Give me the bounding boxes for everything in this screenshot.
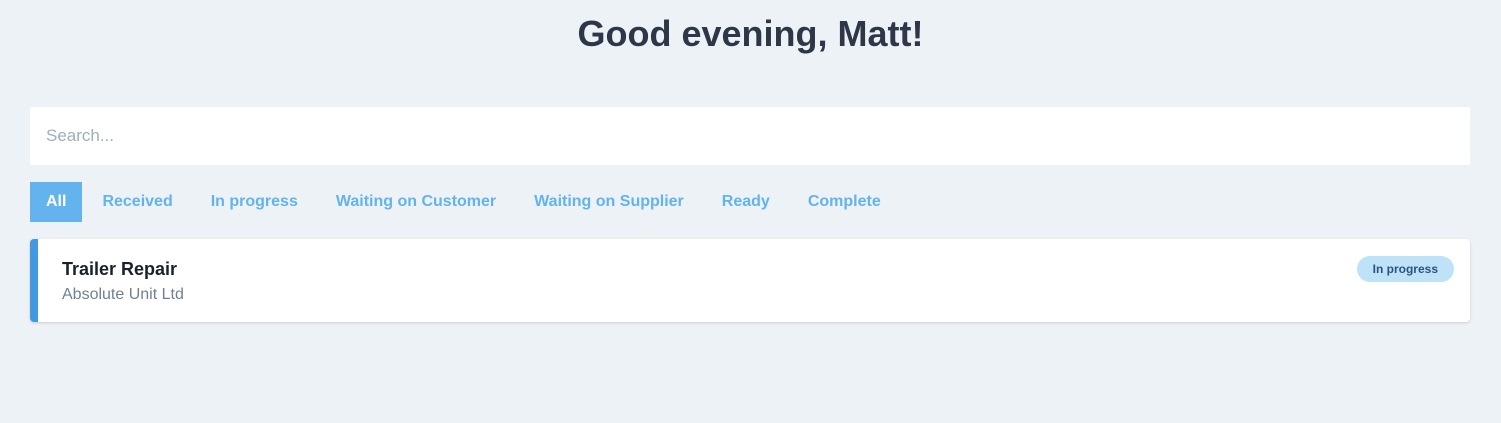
- tab-in-progress[interactable]: In progress: [193, 182, 316, 222]
- job-customer: Absolute Unit Ltd: [62, 286, 184, 303]
- job-card[interactable]: Trailer Repair Absolute Unit Ltd In prog…: [30, 239, 1470, 322]
- tab-all[interactable]: All: [30, 182, 83, 222]
- tab-waiting-on-supplier[interactable]: Waiting on Supplier: [516, 182, 702, 222]
- tab-waiting-on-customer[interactable]: Waiting on Customer: [318, 182, 514, 222]
- tab-complete[interactable]: Complete: [790, 182, 899, 222]
- status-filter-tabs: All Received In progress Waiting on Cust…: [30, 182, 899, 222]
- search-box: [30, 107, 1470, 165]
- tab-ready[interactable]: Ready: [704, 182, 788, 222]
- tab-received[interactable]: Received: [84, 182, 190, 222]
- job-title: Trailer Repair: [62, 259, 178, 279]
- status-badge: In progress: [1356, 256, 1454, 282]
- search-input[interactable]: [30, 107, 1470, 165]
- page-title: Good evening, Matt!: [577, 13, 924, 54]
